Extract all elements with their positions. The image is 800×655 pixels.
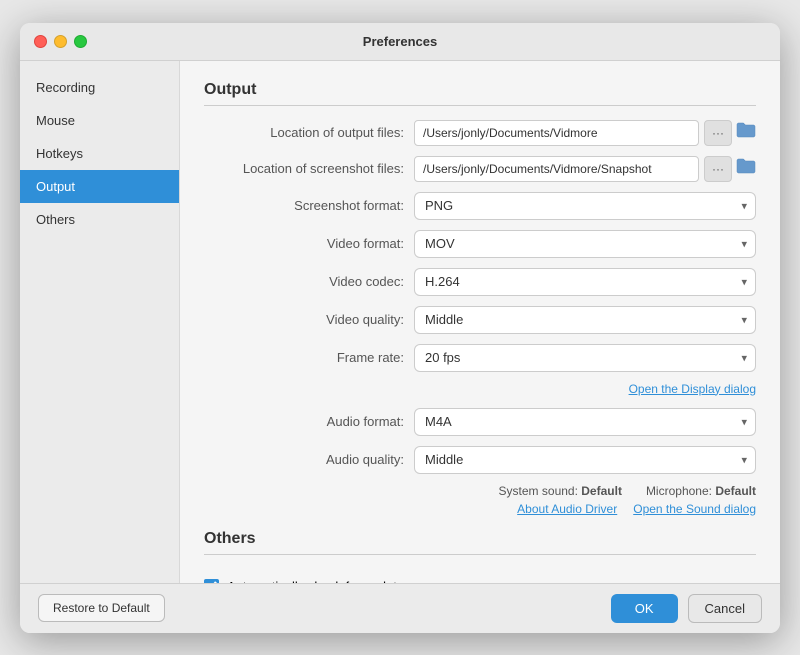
about-audio-driver-link[interactable]: About Audio Driver [517, 502, 617, 516]
video-codec-select[interactable]: H.264 H.265 MPEG-4 [414, 268, 756, 296]
screenshot-files-input[interactable] [414, 156, 699, 182]
ok-button[interactable]: OK [611, 594, 678, 623]
audio-quality-wrapper: High Middle Low ▾ [414, 446, 756, 474]
video-codec-wrapper: H.264 H.265 MPEG-4 ▾ [414, 268, 756, 296]
open-sound-dialog-link[interactable]: Open the Sound dialog [633, 502, 756, 516]
sidebar-item-hotkeys[interactable]: Hotkeys [20, 137, 179, 170]
screenshot-format-label: Screenshot format: [204, 198, 414, 213]
video-format-select[interactable]: MOV MP4 AVI MKV [414, 230, 756, 258]
output-section-title: Output [204, 81, 756, 106]
video-quality-row: Video quality: High Middle Low ▾ [204, 306, 756, 334]
minimize-button[interactable] [54, 35, 67, 48]
sidebar-item-output[interactable]: Output [20, 170, 179, 203]
title-bar: Preferences [20, 23, 780, 61]
screenshot-files-label: Location of screenshot files: [204, 161, 414, 176]
screenshot-format-row: Screenshot format: PNG JPG BMP GIF ▾ [204, 192, 756, 220]
restore-default-button[interactable]: Restore to Default [38, 594, 165, 622]
video-codec-label: Video codec: [204, 274, 414, 289]
microphone-label: Microphone: Default [646, 484, 756, 498]
preferences-window: Preferences Recording Mouse Hotkeys Outp… [20, 23, 780, 633]
video-quality-label: Video quality: [204, 312, 414, 327]
audio-quality-select[interactable]: High Middle Low [414, 446, 756, 474]
video-format-wrapper: MOV MP4 AVI MKV ▾ [414, 230, 756, 258]
audio-info-row: System sound: Default Microphone: Defaul… [204, 484, 756, 498]
video-codec-row: Video codec: H.264 H.265 MPEG-4 ▾ [204, 268, 756, 296]
video-format-row: Video format: MOV MP4 AVI MKV ▾ [204, 230, 756, 258]
output-files-dots-button[interactable]: ··· [704, 120, 732, 146]
open-display-dialog-row: Open the Display dialog [204, 382, 756, 396]
audio-format-wrapper: M4A MP3 AAC WMA ▾ [414, 408, 756, 436]
audio-quality-label: Audio quality: [204, 452, 414, 467]
auto-update-row: Automatically check for updates [204, 569, 756, 583]
maximize-button[interactable] [74, 35, 87, 48]
window-title: Preferences [363, 34, 437, 49]
sidebar-item-others[interactable]: Others [20, 203, 179, 236]
output-files-input[interactable] [414, 120, 699, 146]
output-files-folder-button[interactable] [736, 121, 756, 144]
output-files-field: ··· [414, 120, 756, 146]
main-content: Output Location of output files: ··· Loc… [180, 61, 780, 583]
screenshot-files-folder-button[interactable] [736, 157, 756, 180]
screenshot-files-field: ··· [414, 156, 756, 182]
frame-rate-row: Frame rate: 20 fps 24 fps 30 fps 60 fps … [204, 344, 756, 372]
audio-format-select[interactable]: M4A MP3 AAC WMA [414, 408, 756, 436]
video-format-label: Video format: [204, 236, 414, 251]
footer: Restore to Default OK Cancel [20, 583, 780, 633]
video-quality-select[interactable]: High Middle Low [414, 306, 756, 334]
others-section-title: Others [204, 530, 756, 555]
traffic-lights [34, 35, 87, 48]
cancel-button[interactable]: Cancel [688, 594, 762, 623]
sidebar: Recording Mouse Hotkeys Output Others [20, 61, 180, 583]
screenshot-files-row: Location of screenshot files: ··· [204, 156, 756, 182]
sidebar-item-mouse[interactable]: Mouse [20, 104, 179, 137]
frame-rate-label: Frame rate: [204, 350, 414, 365]
screenshot-files-dots-button[interactable]: ··· [704, 156, 732, 182]
footer-right: OK Cancel [611, 594, 762, 623]
frame-rate-wrapper: 20 fps 24 fps 30 fps 60 fps ▾ [414, 344, 756, 372]
audio-format-row: Audio format: M4A MP3 AAC WMA ▾ [204, 408, 756, 436]
video-quality-wrapper: High Middle Low ▾ [414, 306, 756, 334]
frame-rate-select[interactable]: 20 fps 24 fps 30 fps 60 fps [414, 344, 756, 372]
open-display-dialog-link[interactable]: Open the Display dialog [629, 382, 756, 396]
audio-links-row: About Audio Driver Open the Sound dialog [204, 502, 756, 516]
screenshot-format-wrapper: PNG JPG BMP GIF ▾ [414, 192, 756, 220]
others-section: Others Automatically check for updates [204, 530, 756, 583]
window-body: Recording Mouse Hotkeys Output Others Ou… [20, 61, 780, 583]
audio-quality-row: Audio quality: High Middle Low ▾ [204, 446, 756, 474]
sidebar-item-recording[interactable]: Recording [20, 71, 179, 104]
audio-format-label: Audio format: [204, 414, 414, 429]
screenshot-format-select[interactable]: PNG JPG BMP GIF [414, 192, 756, 220]
output-files-row: Location of output files: ··· [204, 120, 756, 146]
close-button[interactable] [34, 35, 47, 48]
output-files-label: Location of output files: [204, 125, 414, 140]
system-sound-label: System sound: Default [499, 484, 622, 498]
